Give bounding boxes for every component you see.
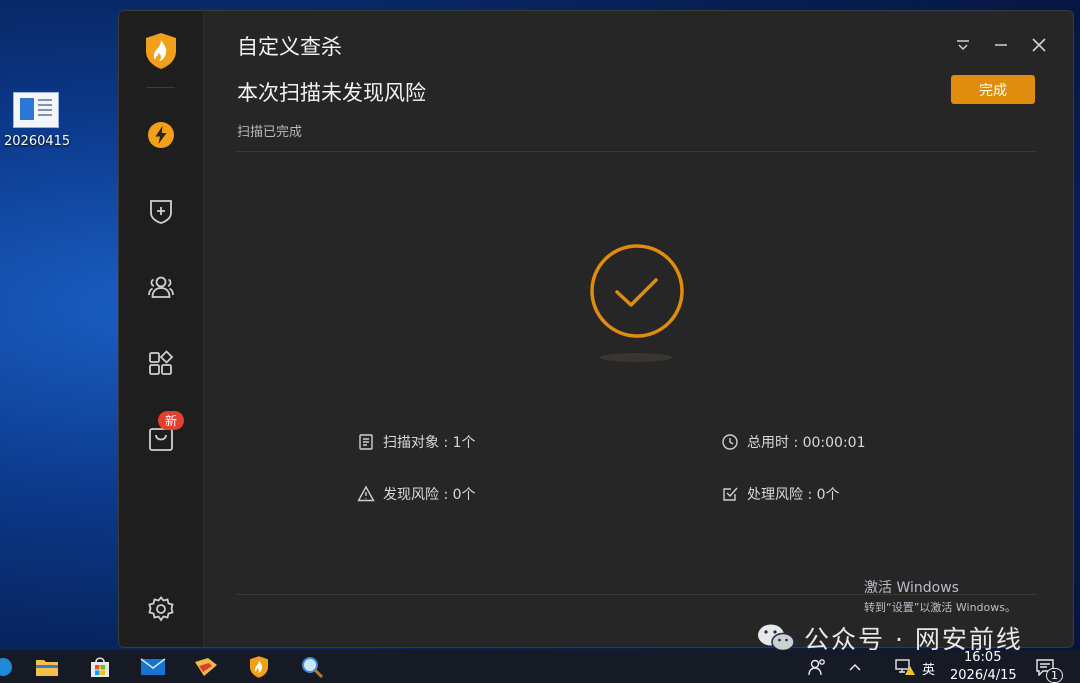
taskbar-mail-button[interactable] [140, 654, 166, 680]
close-icon [1032, 38, 1046, 52]
minimize-icon [995, 44, 1007, 46]
close-button[interactable] [1029, 35, 1049, 55]
stat-found-risk: 发现风险 : 0个 [357, 484, 476, 504]
check-circle-icon [589, 243, 685, 339]
activate-subtitle: 转到“设置”以激活 Windows。 [864, 601, 1016, 614]
taskbar-app-button[interactable] [193, 654, 219, 680]
dropdown-menu-icon [957, 40, 969, 51]
activate-windows-watermark: 激活 Windows 转到“设置”以激活 Windows。 [864, 577, 1016, 615]
shield-logo-icon [250, 656, 268, 678]
notification-count-badge: 1 [1046, 668, 1063, 683]
menu-button[interactable] [953, 35, 973, 55]
browser-edge-icon [0, 658, 12, 676]
sidebar: 新 [119, 11, 204, 647]
people-icon [808, 659, 825, 676]
header-divider [237, 151, 1037, 152]
sidebar-item-apps[interactable] [145, 347, 177, 379]
stat-handled-risk-text: 处理风险 : 0个 [747, 487, 840, 503]
antivirus-window: 新 自定义查杀 本次扫描未发现风险 扫描已完成 完成 扫描对象: 1个 总用时… [118, 10, 1074, 648]
stat-handled-risk: 处理风险 : 0个 [721, 484, 840, 504]
stat-scan-objects: 扫描对象 : 1个 [357, 432, 476, 452]
checkbox-icon [723, 487, 738, 501]
sidebar-item-protection[interactable] [145, 195, 177, 227]
magnifier-icon [302, 657, 324, 679]
users-icon [148, 276, 174, 298]
taskbar-search-button[interactable] [299, 654, 325, 680]
clock-time[interactable]: 16:05 [964, 650, 1001, 665]
mail-icon [140, 658, 166, 675]
clock-icon [722, 434, 738, 450]
desktop-file-label: 20260415 [4, 134, 71, 149]
sidebar-item-users[interactable] [145, 271, 177, 303]
new-badge: 新 [158, 411, 185, 430]
network-button[interactable] [892, 654, 918, 680]
scan-status-text: 扫描已完成 [237, 125, 303, 140]
taskbar-edge-button[interactable] [0, 654, 16, 680]
people-button[interactable] [804, 654, 830, 680]
stat-found-risk-text: 发现风险 : 0个 [383, 487, 476, 503]
warning-icon [357, 485, 375, 502]
sidebar-divider [147, 87, 175, 88]
stat-scan-objects-text: 扫描对象 : 1个 [383, 435, 476, 451]
chevron-up-icon [849, 663, 861, 671]
ime-indicator[interactable]: 英 [922, 659, 935, 678]
show-hidden-icons-button[interactable] [842, 654, 868, 680]
main-panel: 自定义查杀 本次扫描未发现风险 扫描已完成 完成 扫描对象: 1个 总用时:… [237, 11, 1046, 647]
desktop-file-icon[interactable]: 20260415 [4, 92, 71, 149]
shield-plus-icon [150, 200, 172, 224]
taskbar-antivirus-button[interactable] [246, 654, 272, 680]
minimize-button[interactable] [991, 35, 1011, 55]
folder-app-icon [195, 658, 217, 676]
sidebar-item-settings[interactable] [145, 593, 177, 625]
shield-logo-icon [143, 31, 179, 71]
taskbar-explorer-button[interactable] [34, 654, 60, 680]
sidebar-item-quick-scan[interactable] [145, 119, 177, 151]
scan-result-headline: 本次扫描未发现风险 [237, 81, 426, 105]
gear-icon [148, 596, 174, 622]
activate-title: 激活 Windows [864, 580, 959, 596]
taskbar-store-button[interactable] [87, 654, 113, 680]
document-icon [359, 434, 373, 450]
apps-icon [149, 350, 174, 375]
stat-total-time: 总用时 : 00:00:01 [721, 432, 866, 452]
stat-total-time-text: 总用时 : 00:00:01 [747, 435, 866, 451]
check-shadow [600, 353, 672, 362]
taskbar: 英 16:05 2026/4/15 1 [0, 650, 1080, 683]
done-button[interactable]: 完成 [951, 75, 1035, 104]
folder-icon [36, 660, 58, 676]
window-title: 自定义查杀 [237, 35, 342, 59]
store-icon [91, 657, 109, 677]
clock-date[interactable]: 2026/4/15 [950, 668, 1017, 683]
lightning-icon [148, 122, 174, 148]
document-thumbnail-icon [13, 92, 59, 128]
network-warning-icon [895, 659, 915, 675]
